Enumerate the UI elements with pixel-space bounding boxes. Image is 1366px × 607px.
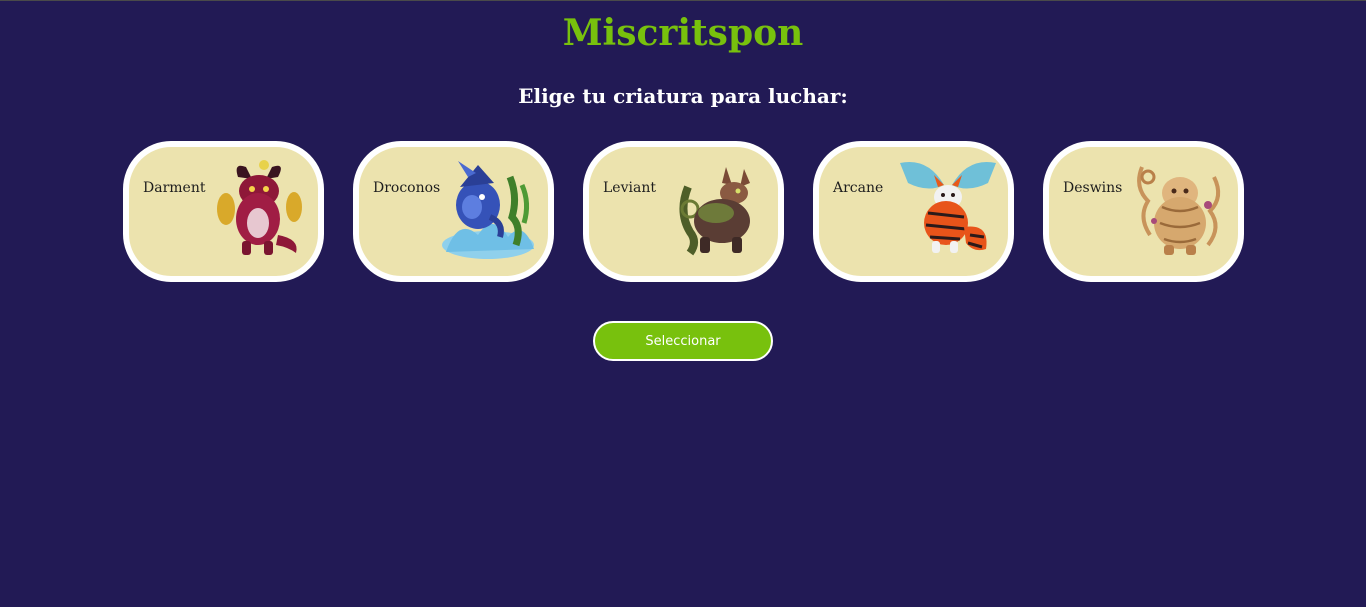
brown-leaf-beast-creature-image xyxy=(679,167,750,256)
page-subtitle: Elige tu criatura para luchar: xyxy=(518,84,848,108)
page-title: Miscritspon xyxy=(562,12,804,54)
golden-tentacle-spirit-creature-image xyxy=(1137,166,1221,255)
top-border-line xyxy=(0,0,1366,1)
creature-card-droconos[interactable]: Droconos xyxy=(353,141,554,282)
red-horned-demon-creature-image xyxy=(217,160,302,255)
creature-card-leviant[interactable]: Leviant xyxy=(583,141,784,282)
creature-name-darment: Darment xyxy=(143,180,206,196)
select-button[interactable]: Seleccionar xyxy=(593,321,773,361)
creature-name-leviant: Leviant xyxy=(603,180,656,196)
creature-name-deswins: Deswins xyxy=(1063,180,1123,196)
creature-name-arcane: Arcane xyxy=(833,180,884,196)
creature-name-droconos: Droconos xyxy=(373,180,441,196)
creature-card-arcane[interactable]: Arcane xyxy=(813,141,1014,282)
winged-fire-fox-creature-image xyxy=(900,161,996,253)
creature-card-darment[interactable]: Darment xyxy=(123,141,324,282)
creature-card-deswins[interactable]: Deswins xyxy=(1043,141,1244,282)
blue-water-dragon-creature-image xyxy=(442,161,534,259)
creature-card-list: Darment Droconos Leviant Arcane Deswins xyxy=(123,141,1244,282)
